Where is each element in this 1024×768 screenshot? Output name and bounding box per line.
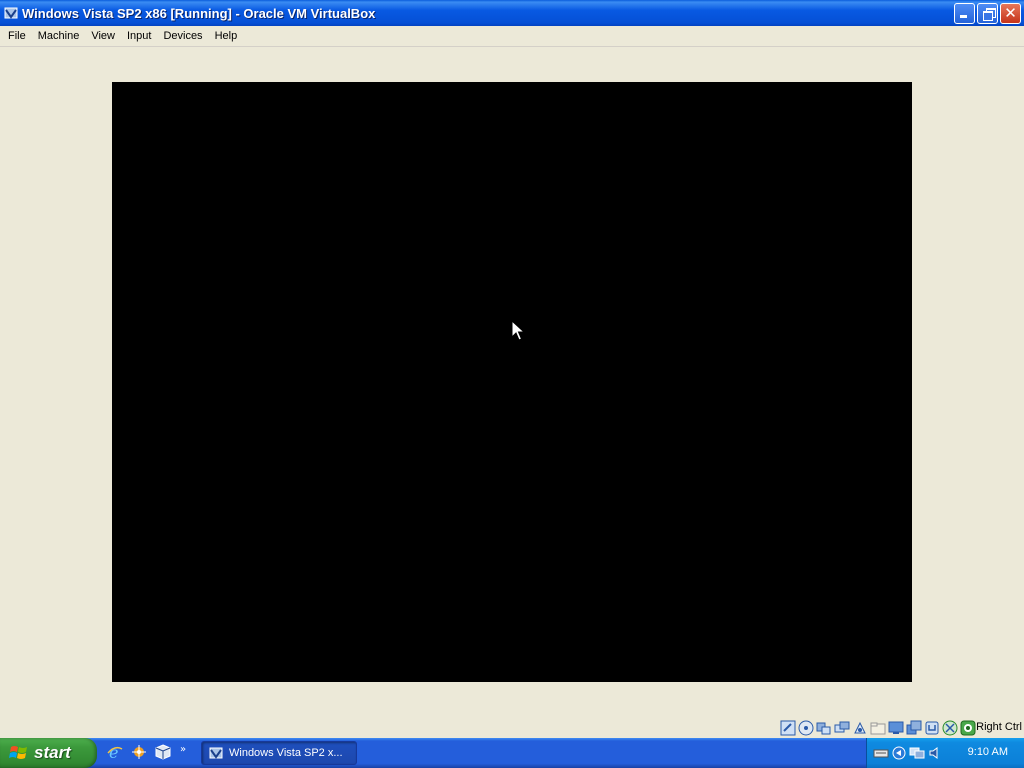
guest-display[interactable] (112, 82, 912, 682)
display-icon[interactable] (888, 720, 904, 736)
status-bar: Right Ctrl (0, 716, 1024, 738)
quick-launch-chevron-icon[interactable]: » (180, 744, 186, 755)
virtualization-icon[interactable] (942, 720, 958, 736)
quick-launch: e » (106, 743, 186, 761)
media-icon[interactable] (130, 743, 148, 761)
menu-bar: File Machine View Input Devices Help (0, 26, 1024, 47)
virtualbox-icon[interactable] (154, 743, 172, 761)
virtualbox-icon (4, 7, 18, 19)
status-icons (780, 720, 976, 736)
menu-machine[interactable]: Machine (32, 30, 86, 42)
optical-drive-icon[interactable] (798, 720, 814, 736)
close-button[interactable]: ✕ (1000, 3, 1021, 24)
hard-disk-icon[interactable] (780, 720, 796, 736)
menu-file[interactable]: File (0, 30, 32, 42)
close-icon: ✕ (1004, 4, 1017, 22)
restore-button[interactable] (977, 3, 998, 24)
window-title: Windows Vista SP2 x86 [Running] - Oracle… (22, 5, 376, 21)
mouse-integration-icon[interactable] (960, 720, 976, 736)
menu-help[interactable]: Help (209, 30, 244, 42)
audio-icon[interactable] (816, 720, 832, 736)
windows-logo-icon (9, 746, 27, 759)
minimize-button[interactable] (954, 3, 975, 24)
minimize-icon (960, 15, 967, 18)
usb-icon[interactable] (852, 720, 868, 736)
network-icon[interactable] (834, 720, 850, 736)
svg-text:e: e (109, 743, 118, 761)
network-icon[interactable] (891, 745, 907, 761)
system-tray: 9:10 AM (866, 738, 1024, 768)
host-key-label: Right Ctrl (976, 721, 1022, 733)
taskbar-button-label: Windows Vista SP2 x... (229, 747, 343, 759)
clock[interactable]: 9:10 AM (968, 746, 1008, 758)
taskbar-button-virtualbox[interactable]: Windows Vista SP2 x... (201, 741, 357, 765)
start-label: start (34, 743, 71, 762)
menu-devices[interactable]: Devices (157, 30, 208, 42)
mouse-cursor-icon (511, 320, 525, 341)
monitor-icon[interactable] (909, 745, 925, 761)
menu-view[interactable]: View (85, 30, 121, 42)
menu-input[interactable]: Input (121, 30, 157, 42)
start-button[interactable]: start (0, 738, 97, 768)
shared-folders-icon[interactable] (870, 720, 886, 736)
speaker-icon[interactable] (927, 745, 943, 761)
title-bar[interactable]: Windows Vista SP2 x86 [Running] - Oracle… (0, 0, 1024, 26)
keyboard-icon[interactable] (873, 745, 889, 761)
caption-buttons: ✕ (954, 3, 1021, 24)
taskbar: start e » Windows Vista SP2 x... 9:10 AM (0, 738, 1024, 768)
video-capture-icon[interactable] (906, 720, 922, 736)
virtualbox-icon (209, 747, 223, 759)
vrde-icon[interactable] (924, 720, 940, 736)
internet-explorer-icon[interactable]: e (106, 743, 124, 761)
